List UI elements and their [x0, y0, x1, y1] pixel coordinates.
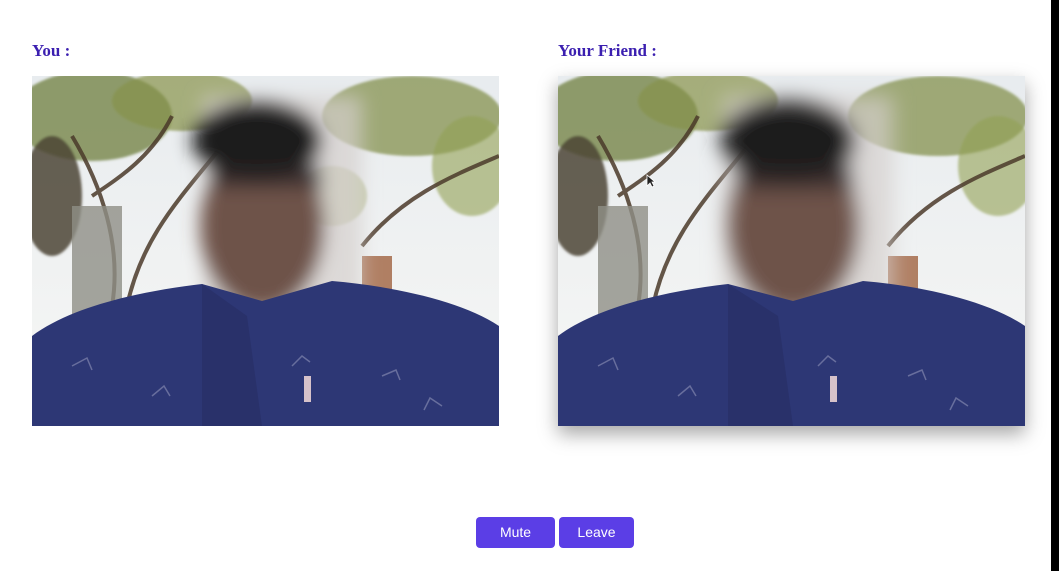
remote-video	[558, 76, 1025, 426]
local-video-label: You :	[32, 41, 71, 60]
local-video	[32, 76, 499, 426]
leave-call-button[interactable]: Leave Call	[559, 517, 634, 571]
call-controls: Mute Video Leave Call	[476, 517, 634, 571]
remote-video-label: Your Friend :	[558, 41, 657, 60]
mouse-cursor-icon	[646, 174, 656, 188]
mute-video-button[interactable]: Mute Video	[476, 517, 555, 571]
window-edge	[1051, 0, 1059, 571]
video-call-page: You : Your Friend : Mute Video Leave Cal…	[0, 0, 1051, 571]
